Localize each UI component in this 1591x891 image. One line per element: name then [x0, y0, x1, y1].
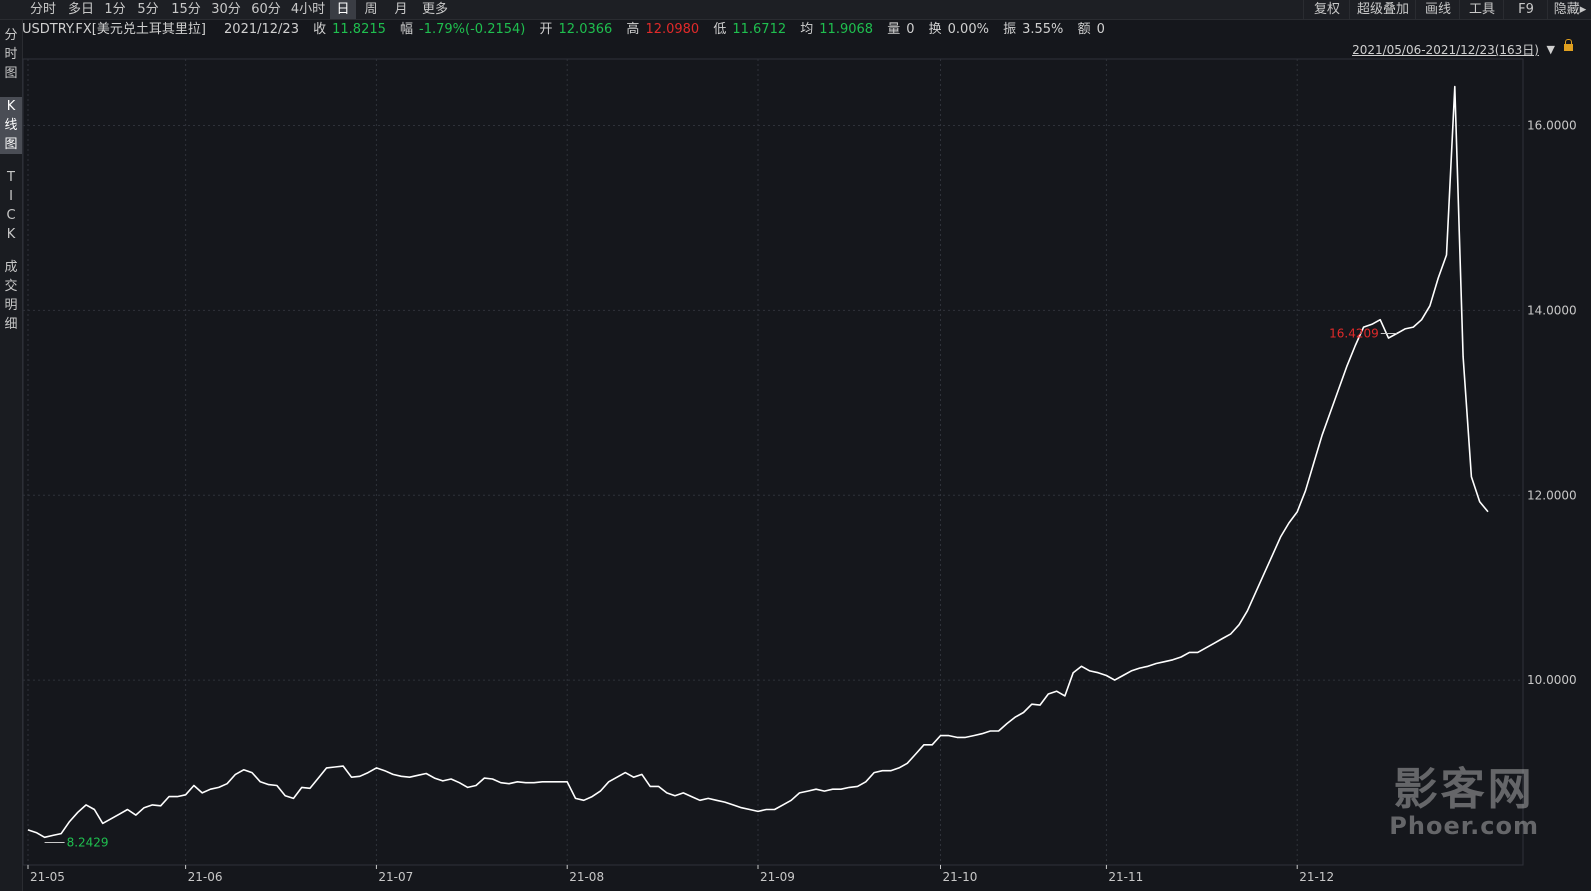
x-tick-label: 21-05: [30, 870, 65, 884]
y-tick-label: 12.0000: [1527, 488, 1577, 502]
y-tick-label: 10.0000: [1527, 673, 1577, 687]
x-tick-label: 21-09: [760, 870, 795, 884]
y-tick-label: 16.0000: [1527, 119, 1577, 133]
x-tick-label: 21-08: [569, 870, 604, 884]
x-tick-label: 21-12: [1299, 870, 1334, 884]
watermark: 影客网 Phoer.com: [1389, 764, 1539, 840]
min-value-label: 8.2429: [67, 836, 109, 850]
x-tick-label: 21-06: [188, 870, 223, 884]
x-tick-label: 21-11: [1108, 870, 1143, 884]
watermark-en: Phoer.com: [1389, 812, 1539, 840]
x-tick-label: 21-07: [378, 870, 413, 884]
x-tick-label: 21-10: [943, 870, 978, 884]
watermark-cn: 影客网: [1393, 764, 1535, 815]
plot-frame: [22, 58, 1524, 866]
y-tick-label: 14.0000: [1527, 303, 1577, 317]
price-chart[interactable]: 10.0000 12.0000 14.0000 16.0000 21-05 21-06 21…: [0, 0, 1591, 891]
max-value-label: 16.4209: [1329, 327, 1379, 341]
